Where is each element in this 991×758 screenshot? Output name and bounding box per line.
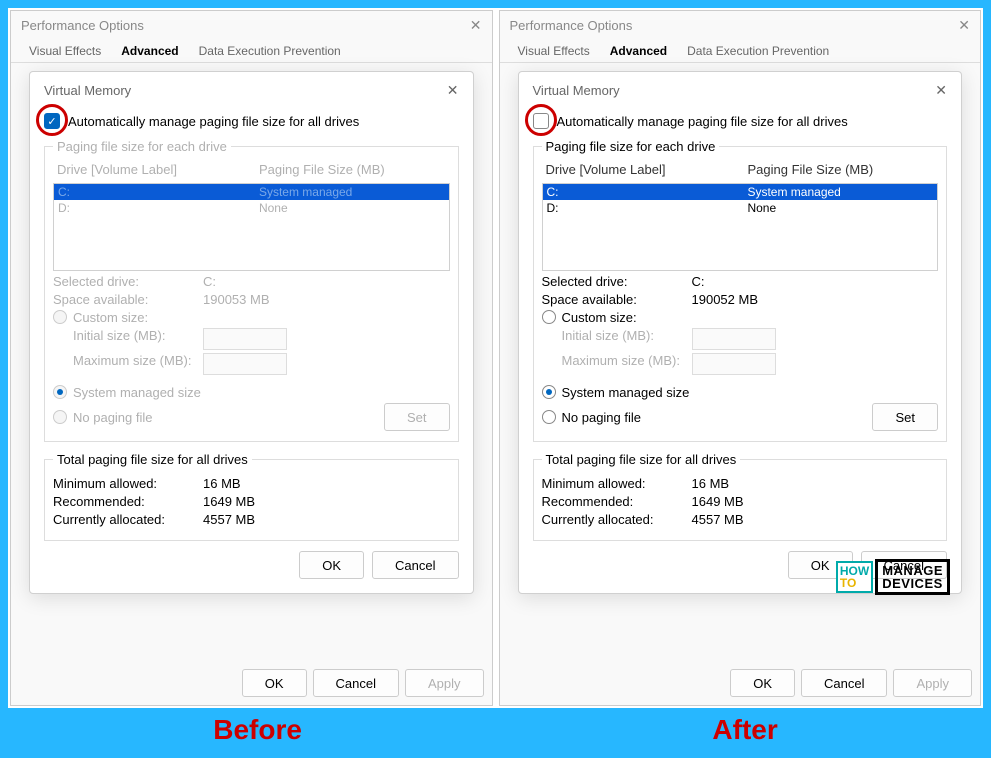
initial-size-label: Initial size (MB): xyxy=(53,328,203,350)
close-icon[interactable]: ✕ xyxy=(958,17,970,34)
perf-options-title: Performance Options xyxy=(510,18,633,33)
perf-apply-button[interactable]: Apply xyxy=(405,669,484,697)
col-size: Paging File Size (MB) xyxy=(259,162,445,177)
min-allowed-value: 16 MB xyxy=(203,476,241,491)
col-size: Paging File Size (MB) xyxy=(748,162,934,177)
initial-size-input[interactable] xyxy=(692,328,776,350)
selected-drive-value: C: xyxy=(203,274,216,289)
space-available-label: Space available: xyxy=(53,292,203,307)
before-label: Before xyxy=(213,714,302,746)
set-button[interactable]: Set xyxy=(872,403,938,431)
vm-dialog-title: Virtual Memory xyxy=(533,83,620,98)
maximum-size-label: Maximum size (MB): xyxy=(542,353,692,375)
currently-allocated-value: 4557 MB xyxy=(692,512,744,527)
drive-list[interactable]: C: System managed D: None xyxy=(53,183,450,271)
totals-fieldset: Total paging file size for all drives Mi… xyxy=(44,452,459,541)
maximum-size-label: Maximum size (MB): xyxy=(53,353,203,375)
virtual-memory-dialog: Virtual Memory ✕ ✓ Automatically manage … xyxy=(29,71,474,594)
auto-manage-checkbox[interactable]: ✓ xyxy=(44,113,60,129)
totals-legend: Total paging file size for all drives xyxy=(53,452,252,467)
perf-options-titlebar: Performance Options ✕ xyxy=(500,11,981,40)
selected-drive-label: Selected drive: xyxy=(53,274,203,289)
close-icon[interactable]: ✕ xyxy=(470,17,482,34)
totals-fieldset: Total paging file size for all drives Mi… xyxy=(533,452,948,541)
tab-advanced[interactable]: Advanced xyxy=(111,40,188,62)
radio-system-managed[interactable] xyxy=(53,385,67,399)
currently-allocated-label: Currently allocated: xyxy=(542,512,692,527)
perf-tabs: Visual Effects Advanced Data Execution P… xyxy=(11,40,492,63)
radio-no-paging[interactable] xyxy=(542,410,556,424)
drive-row-c[interactable]: C: System managed xyxy=(543,184,938,200)
drive-list[interactable]: C: System managed D: None xyxy=(542,183,939,271)
drive-row-d[interactable]: D: None xyxy=(54,200,449,216)
set-button[interactable]: Set xyxy=(384,403,450,431)
tab-visual-effects[interactable]: Visual Effects xyxy=(19,40,111,62)
close-icon[interactable]: ✕ xyxy=(447,82,459,99)
radio-system-managed[interactable] xyxy=(542,385,556,399)
per-drive-legend: Paging file size for each drive xyxy=(53,139,231,154)
ok-button[interactable]: OK xyxy=(299,551,364,579)
custom-size-label: Custom size: xyxy=(73,310,148,325)
comparison-labels: Before After xyxy=(8,714,983,746)
perf-cancel-button[interactable]: Cancel xyxy=(801,669,887,697)
perf-ok-button[interactable]: OK xyxy=(242,669,307,697)
virtual-memory-dialog: Virtual Memory ✕ Automatically manage pa… xyxy=(518,71,963,594)
vm-dialog-title: Virtual Memory xyxy=(44,83,131,98)
watermark-logo: HOWTO MANAGEDEVICES xyxy=(836,559,950,595)
cancel-button[interactable]: Cancel xyxy=(372,551,458,579)
auto-manage-label: Automatically manage paging file size fo… xyxy=(68,114,359,129)
system-managed-label: System managed size xyxy=(562,385,690,400)
tab-dep[interactable]: Data Execution Prevention xyxy=(677,40,839,62)
perf-tabs: Visual Effects Advanced Data Execution P… xyxy=(500,40,981,63)
recommended-label: Recommended: xyxy=(53,494,203,509)
auto-manage-label: Automatically manage paging file size fo… xyxy=(557,114,848,129)
currently-allocated-value: 4557 MB xyxy=(203,512,255,527)
min-allowed-value: 16 MB xyxy=(692,476,730,491)
perf-ok-button[interactable]: OK xyxy=(730,669,795,697)
maximum-size-input[interactable] xyxy=(203,353,287,375)
system-managed-label: System managed size xyxy=(73,385,201,400)
initial-size-input[interactable] xyxy=(203,328,287,350)
comparison-container: Performance Options ✕ Visual Effects Adv… xyxy=(8,8,983,708)
before-panel: Performance Options ✕ Visual Effects Adv… xyxy=(10,10,493,706)
space-available-value: 190053 MB xyxy=(203,292,270,307)
perf-apply-button[interactable]: Apply xyxy=(893,669,972,697)
drive-row-d[interactable]: D: None xyxy=(543,200,938,216)
tab-dep[interactable]: Data Execution Prevention xyxy=(189,40,351,62)
no-paging-label: No paging file xyxy=(562,410,642,425)
close-icon[interactable]: ✕ xyxy=(935,82,947,99)
perf-options-titlebar: Performance Options ✕ xyxy=(11,11,492,40)
radio-custom-size[interactable] xyxy=(542,310,556,324)
after-label: After xyxy=(712,714,777,746)
radio-custom-size[interactable] xyxy=(53,310,67,324)
space-available-label: Space available: xyxy=(542,292,692,307)
no-paging-label: No paging file xyxy=(73,410,153,425)
selected-drive-value: C: xyxy=(692,274,705,289)
perf-options-title: Performance Options xyxy=(21,18,144,33)
auto-manage-checkbox[interactable] xyxy=(533,113,549,129)
per-drive-fieldset: Paging file size for each drive Drive [V… xyxy=(533,139,948,442)
perf-cancel-button[interactable]: Cancel xyxy=(313,669,399,697)
tab-visual-effects[interactable]: Visual Effects xyxy=(508,40,600,62)
per-drive-fieldset: Paging file size for each drive Drive [V… xyxy=(44,139,459,442)
min-allowed-label: Minimum allowed: xyxy=(542,476,692,491)
recommended-label: Recommended: xyxy=(542,494,692,509)
recommended-value: 1649 MB xyxy=(203,494,255,509)
totals-legend: Total paging file size for all drives xyxy=(542,452,741,467)
after-panel: Performance Options ✕ Visual Effects Adv… xyxy=(499,10,982,706)
maximum-size-input[interactable] xyxy=(692,353,776,375)
col-drive: Drive [Volume Label] xyxy=(57,162,259,177)
drive-row-c[interactable]: C: System managed xyxy=(54,184,449,200)
radio-no-paging[interactable] xyxy=(53,410,67,424)
custom-size-label: Custom size: xyxy=(562,310,637,325)
selected-drive-label: Selected drive: xyxy=(542,274,692,289)
per-drive-legend: Paging file size for each drive xyxy=(542,139,720,154)
currently-allocated-label: Currently allocated: xyxy=(53,512,203,527)
initial-size-label: Initial size (MB): xyxy=(542,328,692,350)
min-allowed-label: Minimum allowed: xyxy=(53,476,203,491)
col-drive: Drive [Volume Label] xyxy=(546,162,748,177)
tab-advanced[interactable]: Advanced xyxy=(600,40,677,62)
space-available-value: 190052 MB xyxy=(692,292,759,307)
recommended-value: 1649 MB xyxy=(692,494,744,509)
